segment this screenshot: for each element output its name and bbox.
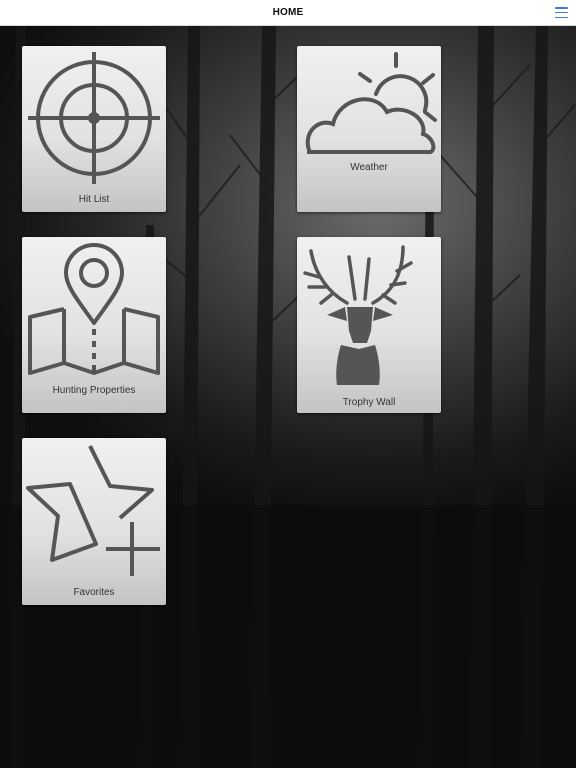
weather-tile[interactable]: Weather — [297, 46, 441, 212]
hunting-properties-label: Hunting Properties — [52, 385, 136, 396]
trophy-wall-tile[interactable]: Trophy Wall — [297, 237, 441, 413]
hit-list-label: Hit List — [78, 194, 110, 205]
weather-label: Weather — [350, 162, 388, 173]
star-plus-icon — [26, 445, 160, 576]
hit-list-tile[interactable]: Hit List — [22, 46, 166, 212]
page-title: HOME — [272, 7, 304, 18]
favorites-label: Favorites — [73, 587, 115, 598]
top-navigation-bar: HOME — [0, 0, 576, 26]
deer-head-icon — [303, 245, 413, 385]
hamburger-menu-icon[interactable] — [555, 7, 568, 18]
crosshair-icon — [28, 52, 160, 184]
hunting-properties-tile[interactable]: Hunting Properties — [22, 237, 166, 413]
cloud-sun-icon — [305, 52, 437, 155]
trophy-wall-label: Trophy Wall — [342, 397, 396, 408]
favorites-tile[interactable]: Favorites — [22, 438, 166, 605]
